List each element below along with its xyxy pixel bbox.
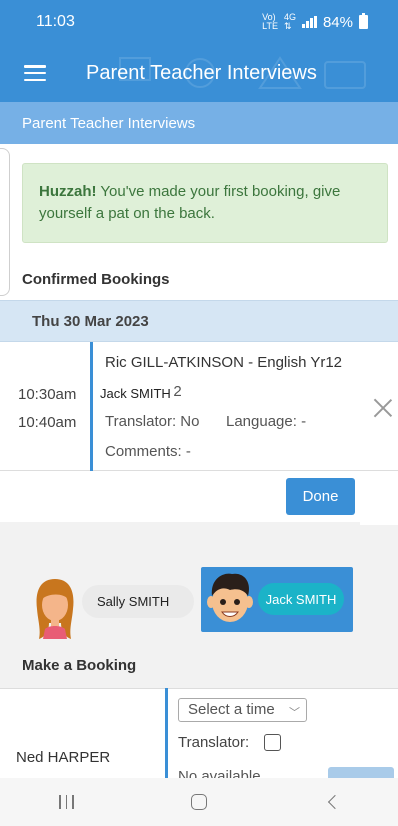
- drawer-edge[interactable]: [0, 148, 10, 296]
- student-drag-tag[interactable]: Jack SMITH: [98, 386, 173, 401]
- student-jack-name: Jack SMITH: [265, 591, 337, 607]
- booking-end-time: 10:40am: [18, 414, 77, 431]
- alert-strong: Huzzah!: [39, 183, 97, 200]
- recents-icon: [59, 795, 74, 809]
- chevron-down-icon: ﹀: [289, 707, 300, 719]
- home-button[interactable]: [179, 787, 219, 817]
- booking-teacher: Ric GILL-ATKINSON - English Yr12: [105, 354, 343, 371]
- menu-icon[interactable]: [24, 65, 46, 81]
- app-title: Parent Teacher Interviews: [86, 61, 317, 84]
- student-sally-name: Sally SMITH: [97, 594, 170, 609]
- app-bar: Parent Teacher Interviews: [0, 44, 398, 102]
- network-type-icon: 4G ⇅: [283, 12, 296, 31]
- time-select[interactable]: Select a time ﹀: [178, 698, 307, 722]
- booking-divider: [90, 342, 93, 471]
- system-nav-bar: [0, 778, 398, 826]
- battery-icon: [359, 13, 368, 29]
- done-button[interactable]: Done: [286, 478, 355, 515]
- teacher-name: Ned HARPER: [16, 749, 111, 766]
- volte-icon: Vo) LTE: [262, 12, 278, 31]
- recent-apps-button[interactable]: [46, 787, 86, 817]
- jack-avatar[interactable]: [204, 568, 256, 630]
- booking-comments: Comments: -: [105, 443, 191, 460]
- teacher-row-divider: [165, 688, 168, 778]
- translator-checkbox[interactable]: [264, 734, 281, 751]
- confirmed-bookings-title: Confirmed Bookings: [22, 271, 170, 288]
- booking-language: Language: -: [226, 413, 307, 430]
- status-time: 11:03: [36, 13, 75, 30]
- status-icons: Vo) LTE 4G ⇅ 84%: [262, 13, 368, 31]
- translator-label: Translator:: [178, 734, 250, 751]
- time-select-value: Select a time: [188, 701, 275, 718]
- student-sally-pill[interactable]: Sally SMITH: [82, 585, 194, 618]
- signal-icon: [301, 16, 317, 28]
- student-jack-pill[interactable]: Jack SMITH: [258, 583, 344, 615]
- make-booking-title: Make a Booking: [22, 657, 137, 674]
- status-bar: 11:03 Vo) LTE 4G ⇅ 84%: [0, 0, 398, 44]
- booking-translator: Translator: No: [105, 413, 200, 430]
- battery-percent: 84%: [322, 13, 353, 31]
- back-icon: [327, 794, 342, 810]
- success-alert: Huzzah! You've made your first booking, …: [22, 163, 388, 243]
- sally-avatar[interactable]: [31, 575, 79, 643]
- close-icon[interactable]: [372, 397, 394, 419]
- home-icon: [190, 794, 207, 810]
- page-title: Parent Teacher Interviews: [0, 102, 398, 144]
- booking-date: Thu 30 Mar 2023: [0, 300, 398, 342]
- back-button[interactable]: [312, 787, 352, 817]
- booking-start-time: 10:30am: [18, 386, 77, 403]
